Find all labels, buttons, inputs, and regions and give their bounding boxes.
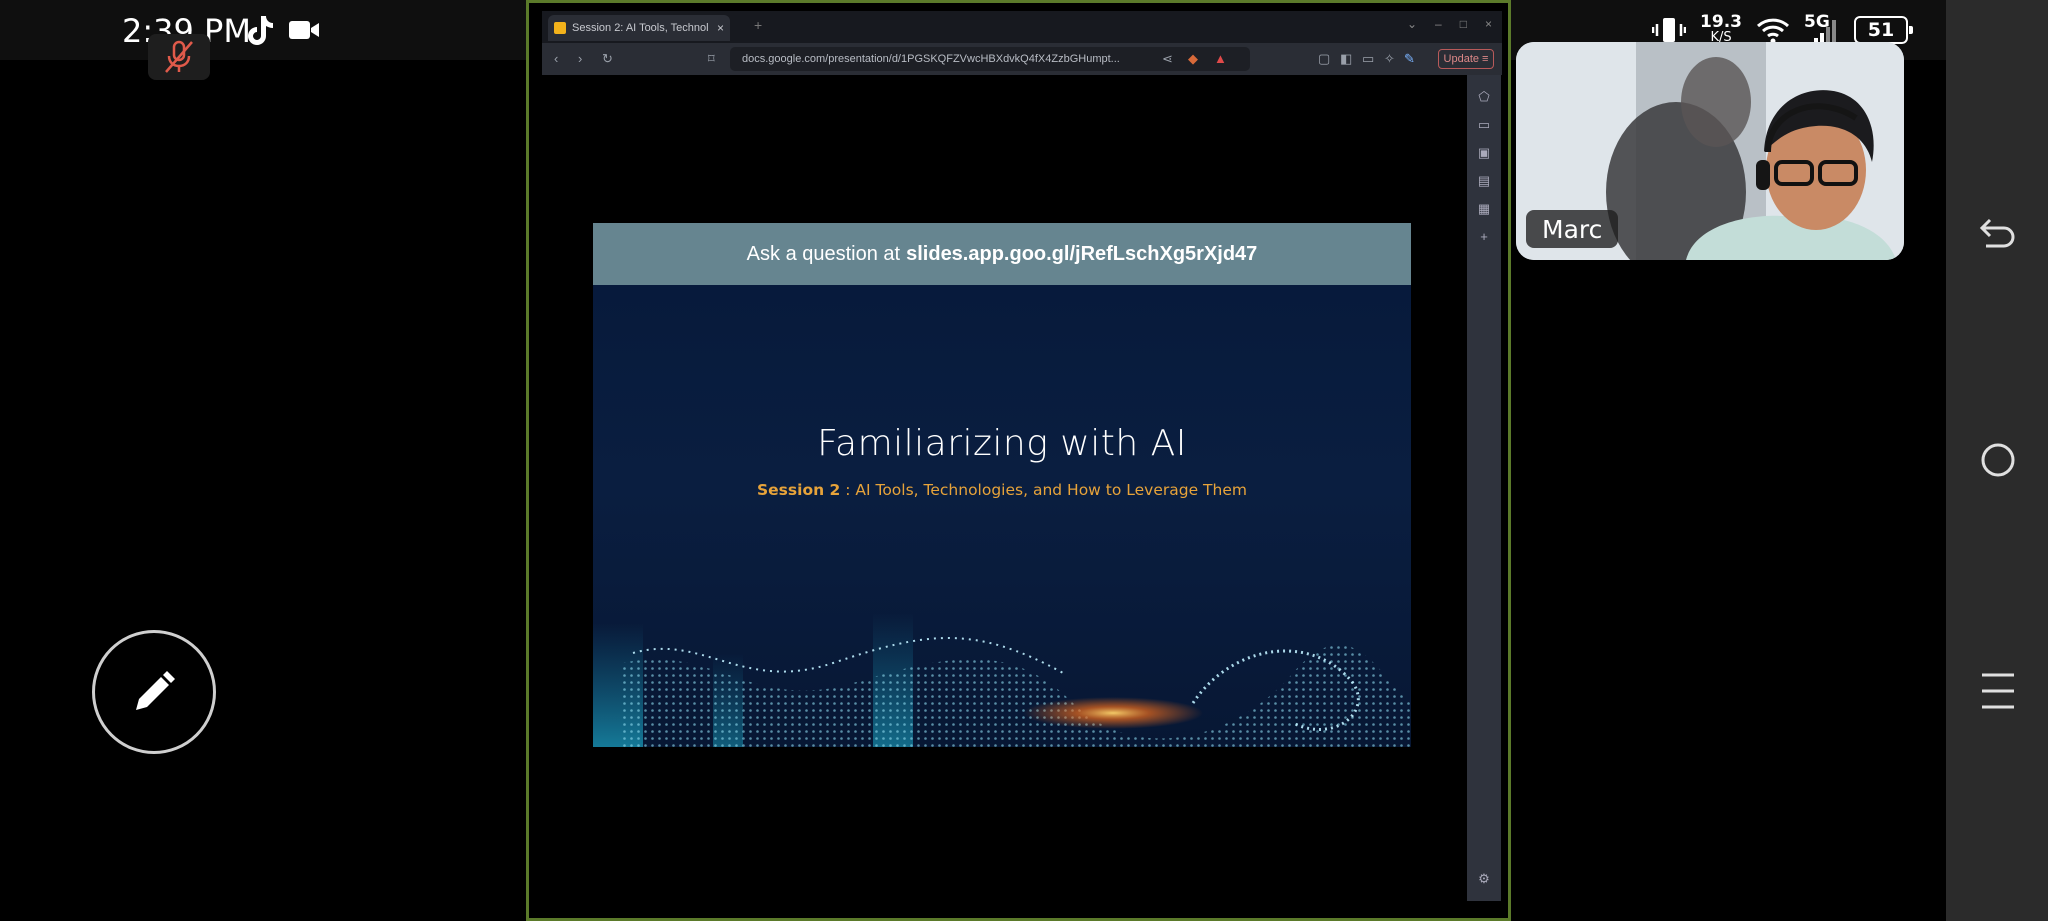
tab-close-icon[interactable]: ×	[717, 21, 724, 35]
particle-wave-graphic	[593, 613, 1411, 747]
chevron-down-icon[interactable]: ⌄	[1407, 17, 1417, 31]
qa-link[interactable]: slides.app.goo.gl/jRefLschXg5rXjd47	[906, 243, 1257, 266]
browser-side-panel: ⬠ ▭ ▣ ▤ ▦ + ⚙	[1467, 75, 1501, 901]
tab-title: Session 2: AI Tools, Technol	[572, 22, 709, 34]
network-speed: 19.3 K/S	[1700, 12, 1742, 46]
back-icon[interactable]	[1976, 210, 2020, 254]
presentation-slide: Ask a question at slides.app.goo.gl/jRef…	[593, 223, 1411, 747]
slide-title: Familiarizing with AI	[817, 423, 1187, 464]
browser-toolbar: ‹ › ↻ ⌑ docs.google.com/presentation/d/1…	[542, 43, 1502, 75]
wallet-panel-icon[interactable]: ▣	[1476, 145, 1492, 161]
qa-prefix: Ask a question at	[746, 242, 901, 265]
extension-icon[interactable]: ▢	[1318, 51, 1330, 67]
new-tab-icon[interactable]: +	[754, 17, 762, 33]
add-panel-icon[interactable]: +	[1476, 229, 1492, 245]
slide-subtitle: Session 2 : AI Tools, Technologies, and …	[593, 481, 1411, 499]
brave-shield-icon[interactable]: ◆	[1188, 51, 1198, 67]
edit-pencil-button[interactable]	[92, 630, 216, 754]
url-text: docs.google.com/presentation/d/1PGSKQFZV…	[742, 53, 1120, 65]
bookmarks-panel-icon[interactable]: ▤	[1476, 173, 1492, 189]
close-icon[interactable]: ×	[1485, 17, 1492, 31]
home-icon[interactable]	[1976, 438, 2020, 482]
share-icon[interactable]: ⋖	[1162, 51, 1173, 67]
window-controls: ⌄ – □ ×	[1407, 17, 1492, 31]
leo-icon[interactable]: ✧	[1384, 51, 1395, 67]
subtitle-text: : AI Tools, Technologies, and How to Lev…	[840, 481, 1247, 499]
rewards-icon[interactable]: ▲	[1214, 51, 1227, 66]
tiktok-icon	[248, 16, 273, 45]
participant-name-label: Marc	[1526, 210, 1619, 248]
pencil-icon	[136, 671, 175, 710]
slides-favicon-icon	[554, 22, 566, 34]
update-button[interactable]: Update ≡	[1438, 49, 1494, 69]
history-panel-icon[interactable]: ▦	[1476, 201, 1492, 217]
forward-arrow-icon[interactable]: ›	[578, 51, 582, 66]
update-label: Update	[1443, 53, 1479, 65]
wallet-icon[interactable]: ▭	[1362, 51, 1374, 67]
sidebar-icon[interactable]: ◧	[1340, 51, 1352, 67]
subtitle-session: Session 2	[757, 481, 841, 499]
wifi-icon	[1756, 18, 1790, 44]
battery-level: 51	[1867, 19, 1895, 41]
mic-off-icon	[165, 40, 193, 73]
battery-icon: 51	[1854, 16, 1913, 44]
recents-icon[interactable]	[1976, 669, 2020, 713]
mic-off-badge[interactable]	[148, 34, 210, 80]
vibrate-icon	[1652, 18, 1687, 42]
browser-tab-bar: Session 2: AI Tools, Technol × + ⌄ – □ ×	[542, 11, 1502, 43]
bookmark-icon[interactable]: ⌑	[708, 51, 715, 67]
video-camera-icon	[289, 21, 319, 39]
reload-icon[interactable]: ↻	[602, 51, 613, 67]
settings-gear-icon[interactable]: ⚙	[1476, 871, 1492, 887]
pin-icon[interactable]: ⬠	[1476, 89, 1492, 105]
back-arrow-icon[interactable]: ‹	[554, 51, 558, 66]
minimize-icon[interactable]: –	[1435, 17, 1442, 31]
maximize-icon[interactable]: □	[1460, 17, 1467, 31]
network-speed-value: 19.3	[1700, 12, 1742, 32]
qa-banner: Ask a question at slides.app.goo.gl/jRef…	[593, 223, 1411, 285]
participant-video-tile[interactable]: Marc	[1516, 42, 1904, 260]
reading-list-icon[interactable]: ▭	[1476, 117, 1492, 133]
vpn-icon[interactable]: ✎	[1404, 51, 1415, 67]
browser-tab[interactable]: Session 2: AI Tools, Technol ×	[548, 15, 730, 41]
